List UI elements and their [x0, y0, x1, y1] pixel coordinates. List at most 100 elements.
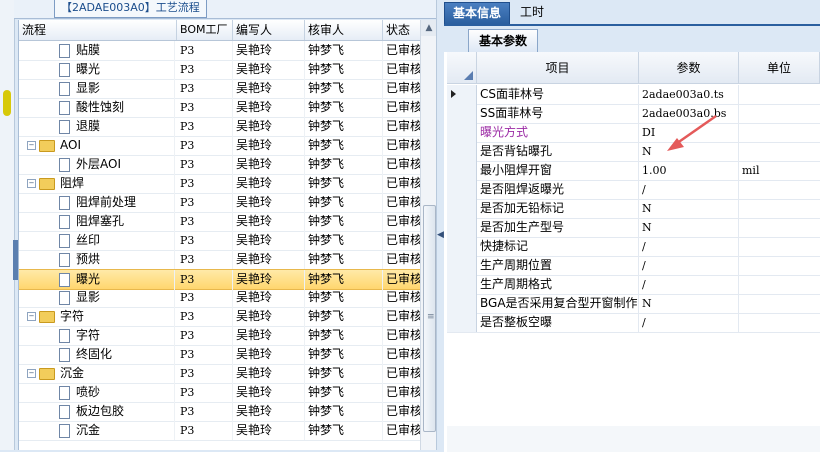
tree-node[interactable]: − 阻焊 [19, 174, 175, 193]
row-selector[interactable] [447, 218, 477, 237]
tree-row[interactable]: 贴膜 P3 吴艳玲 钟梦飞 已审核 [19, 41, 421, 61]
param-row[interactable]: BGA是否采用复合型开窗制作 N [447, 294, 820, 314]
tree-node[interactable]: − AOI [19, 136, 175, 155]
tree-row[interactable]: 酸性蚀刻 P3 吴艳玲 钟梦飞 已审核 [19, 98, 421, 118]
col-header-writer[interactable]: 编写人 [233, 20, 305, 40]
tree-row[interactable]: 显影 P3 吴艳玲 钟梦飞 已审核 [19, 288, 421, 308]
scroll-thumb[interactable]: ≡ [423, 205, 436, 432]
row-selector[interactable] [447, 85, 477, 104]
param-value[interactable]: / [639, 256, 739, 275]
param-value[interactable]: N [639, 218, 739, 237]
tree-node[interactable]: 丝印 [19, 231, 175, 250]
tree-node[interactable]: 曝光 [19, 60, 175, 79]
row-selector[interactable] [447, 275, 477, 294]
tree-node[interactable]: 阻焊塞孔 [19, 212, 175, 231]
tree-row[interactable]: 退膜 P3 吴艳玲 钟梦飞 已审核 [19, 117, 421, 137]
tree-row-selected[interactable]: 曝光 P3 吴艳玲 钟梦飞 已审核 [19, 269, 421, 290]
param-row[interactable]: 快捷标记 / [447, 237, 820, 257]
row-selector[interactable] [447, 161, 477, 180]
tree-node[interactable]: 预烘 [19, 250, 175, 269]
tree-row[interactable]: 沉金 P3 吴艳玲 钟梦飞 已审核 [19, 421, 421, 441]
param-row[interactable]: 生产周期位置 / [447, 256, 820, 276]
tree-row[interactable]: 终固化 P3 吴艳玲 钟梦飞 已审核 [19, 345, 421, 365]
tree-node[interactable]: 曝光 [19, 270, 175, 289]
param-value[interactable]: / [639, 275, 739, 294]
param-value[interactable]: N [639, 294, 739, 313]
col-header-status[interactable]: 状态 [383, 20, 421, 40]
col-header-flow[interactable]: 流程 [19, 20, 177, 40]
row-selector[interactable] [447, 294, 477, 313]
tree-node[interactable]: 喷砂 [19, 383, 175, 402]
tab-basic-info[interactable]: 基本信息 [444, 2, 511, 24]
tree-node[interactable]: 字符 [19, 326, 175, 345]
param-value[interactable]: N [639, 199, 739, 218]
tree-row[interactable]: 阻焊前处理 P3 吴艳玲 钟梦飞 已审核 [19, 193, 421, 213]
tree-node[interactable]: 阻焊前处理 [19, 193, 175, 212]
tree-row[interactable]: 丝印 P3 吴艳玲 钟梦飞 已审核 [19, 231, 421, 251]
row-selector[interactable] [447, 123, 477, 142]
param-row[interactable]: 是否背钻曝孔 N [447, 142, 820, 162]
tab-work-hours[interactable]: 工时 [512, 2, 552, 23]
param-row[interactable]: 最小阻焊开窗 1.00 mil [447, 161, 820, 181]
param-value[interactable]: / [639, 180, 739, 199]
tree-row[interactable]: − AOI P3 吴艳玲 钟梦飞 已审核 [19, 136, 421, 156]
param-value[interactable]: / [639, 237, 739, 256]
col-header-reviewer[interactable]: 核审人 [305, 20, 383, 40]
param-row[interactable]: 曝光方式 DI [447, 123, 820, 143]
param-value[interactable]: N [639, 142, 739, 161]
tree-row[interactable]: 外层AOI P3 吴艳玲 钟梦飞 已审核 [19, 155, 421, 175]
param-row[interactable]: 是否阻焊返曝光 / [447, 180, 820, 200]
collapse-toggle-icon[interactable]: − [27, 179, 36, 188]
param-row[interactable]: 是否加生产型号 N [447, 218, 820, 238]
tree-node[interactable]: 显影 [19, 79, 175, 98]
tree-row[interactable]: 板边包胶 P3 吴艳玲 钟梦飞 已审核 [19, 402, 421, 422]
collapse-toggle-icon[interactable]: − [27, 141, 36, 150]
tree-node[interactable]: 贴膜 [19, 41, 175, 60]
col-header-unit[interactable]: 单位 [739, 52, 820, 84]
row-selector[interactable] [447, 142, 477, 161]
process-flow-tab[interactable]: 【2ADAE003A0】工艺流程 [54, 0, 207, 18]
left-vertical-scrollbar[interactable]: ▲ ≡ [420, 20, 437, 450]
tree-row[interactable]: − 阻焊 P3 吴艳玲 钟梦飞 已审核 [19, 174, 421, 194]
param-row[interactable]: 是否整板空曝 / [447, 313, 820, 333]
chevron-left-icon[interactable]: ◀ [437, 230, 444, 240]
row-selector[interactable] [447, 180, 477, 199]
param-value[interactable]: 2adae003a0.ts [639, 85, 739, 104]
tree-row[interactable]: − 沉金 P3 吴艳玲 钟梦飞 已审核 [19, 364, 421, 384]
param-value[interactable]: 2adae003a0.bs [639, 104, 739, 123]
param-row[interactable]: 生产周期格式 / [447, 275, 820, 295]
tree-row[interactable]: 曝光 P3 吴艳玲 钟梦飞 已审核 [19, 60, 421, 80]
col-header-bom[interactable]: BOM工厂 [177, 20, 233, 40]
col-header-param[interactable]: 参数 [639, 52, 739, 84]
param-value[interactable]: DI [639, 123, 739, 142]
tree-node[interactable]: 外层AOI [19, 155, 175, 174]
tree-node[interactable]: 板边包胶 [19, 402, 175, 421]
tree-row[interactable]: 喷砂 P3 吴艳玲 钟梦飞 已审核 [19, 383, 421, 403]
tree-row[interactable]: − 字符 P3 吴艳玲 钟梦飞 已审核 [19, 307, 421, 327]
tree-row[interactable]: 预烘 P3 吴艳玲 钟梦飞 已审核 [19, 250, 421, 270]
tree-node[interactable]: 终固化 [19, 345, 175, 364]
row-selector[interactable] [447, 256, 477, 275]
tree-node[interactable]: − 沉金 [19, 364, 175, 383]
tree-node[interactable]: 沉金 [19, 421, 175, 440]
param-row[interactable]: 是否加无铅标记 N [447, 199, 820, 219]
tree-node[interactable]: 退膜 [19, 117, 175, 136]
param-row[interactable]: SS面菲林号 2adae003a0.bs [447, 104, 820, 124]
row-selector[interactable] [447, 199, 477, 218]
grid-corner[interactable] [447, 52, 477, 84]
collapse-toggle-icon[interactable]: − [27, 312, 36, 321]
param-value[interactable]: / [639, 313, 739, 332]
tree-row[interactable]: 显影 P3 吴艳玲 钟梦飞 已审核 [19, 79, 421, 99]
row-selector[interactable] [447, 237, 477, 256]
param-row[interactable]: CS面菲林号 2adae003a0.ts [447, 85, 820, 105]
scroll-up-icon[interactable]: ▲ [421, 20, 437, 36]
row-selector[interactable] [447, 313, 477, 332]
collapse-toggle-icon[interactable]: − [27, 369, 36, 378]
tree-row[interactable]: 阻焊塞孔 P3 吴艳玲 钟梦飞 已审核 [19, 212, 421, 232]
param-value[interactable]: 1.00 [639, 161, 739, 180]
tree-node[interactable]: 酸性蚀刻 [19, 98, 175, 117]
tab-basic-params[interactable]: 基本参数 [468, 29, 539, 52]
tree-node[interactable]: − 字符 [19, 307, 175, 326]
col-header-item[interactable]: 项目 [477, 52, 639, 84]
row-selector[interactable] [447, 104, 477, 123]
